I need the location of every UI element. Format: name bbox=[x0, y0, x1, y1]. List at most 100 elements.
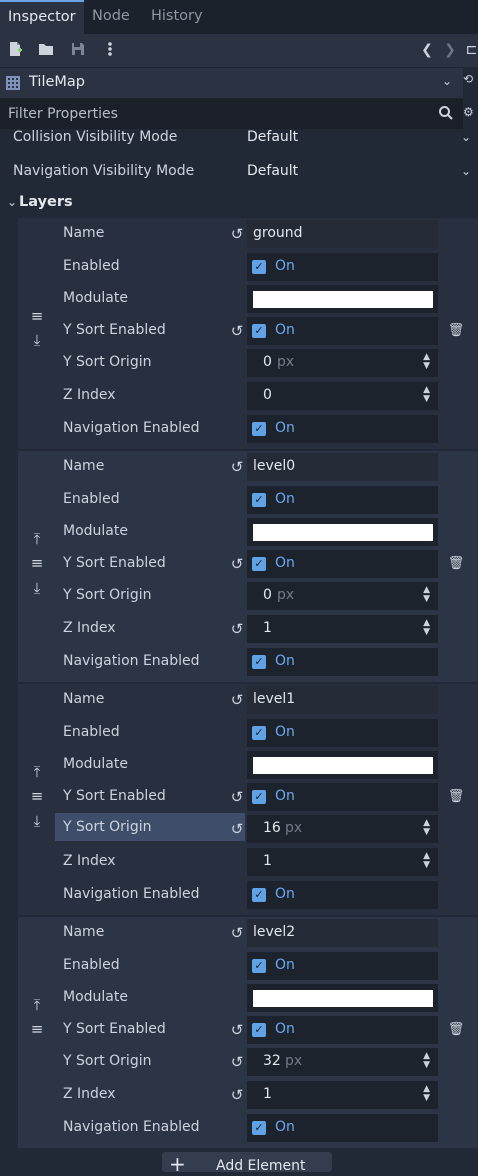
row-label: Name bbox=[63, 924, 105, 940]
back-icon[interactable]: ❮ bbox=[418, 41, 436, 59]
ysort-origin-spinbox[interactable]: 0 px ▲ ▼ bbox=[247, 582, 438, 610]
move-up-icon[interactable]: ⤒ bbox=[27, 997, 47, 1013]
tab-node[interactable]: Node bbox=[84, 0, 138, 32]
move-up-icon[interactable]: ⤒ bbox=[27, 764, 47, 780]
revert-icon[interactable]: ↺ bbox=[229, 621, 245, 637]
row-label-highlighted: Y Sort Origin bbox=[55, 813, 245, 841]
revert-icon[interactable]: ↺ bbox=[229, 925, 245, 941]
modulate-color-picker[interactable] bbox=[247, 751, 438, 779]
navigation-enabled-checkbox[interactable]: ✓ On bbox=[247, 1114, 438, 1142]
plus-icon: + bbox=[169, 1152, 186, 1176]
unit-suffix: px bbox=[285, 820, 303, 836]
checkbox-label: On bbox=[275, 653, 295, 669]
revert-icon[interactable]: ↺ bbox=[229, 1022, 245, 1038]
drag-handle-icon[interactable]: ≡ bbox=[27, 308, 47, 324]
trash-icon[interactable]: 🗑 bbox=[447, 788, 465, 806]
revert-icon[interactable]: ↺ bbox=[229, 323, 245, 339]
spin-arrows-icon[interactable]: ▲ ▼ bbox=[423, 852, 430, 870]
history-icon[interactable]: ⟲ bbox=[463, 72, 478, 86]
prop-dropdown[interactable]: Default bbox=[247, 129, 298, 145]
checkmark-icon: ✓ bbox=[252, 493, 266, 507]
revert-icon[interactable]: ↺ bbox=[229, 821, 245, 837]
more-icon[interactable] bbox=[101, 41, 119, 59]
enabled-checkbox[interactable]: ✓ On bbox=[247, 719, 438, 747]
ysort-origin-spinbox[interactable]: 16 px ▲ ▼ bbox=[247, 815, 438, 843]
move-down-icon[interactable]: ⤓ bbox=[27, 332, 47, 348]
object-selector[interactable]: TileMap ⌄ bbox=[0, 67, 463, 99]
row-name: Name ↺ level0 bbox=[18, 451, 478, 483]
trash-icon[interactable]: 🗑 bbox=[447, 1021, 465, 1039]
ysort-enabled-checkbox[interactable]: ✓ On bbox=[247, 1016, 438, 1044]
navigation-enabled-checkbox[interactable]: ✓ On bbox=[247, 415, 438, 443]
row-enabled: Enabled ✓ On bbox=[18, 484, 478, 516]
revert-icon[interactable]: ↺ bbox=[229, 789, 245, 805]
modulate-color-picker[interactable] bbox=[247, 518, 438, 546]
number-value: 0 bbox=[263, 354, 272, 370]
spin-arrows-icon[interactable]: ▲ ▼ bbox=[423, 386, 430, 404]
ysort-enabled-checkbox[interactable]: ✓ On bbox=[247, 550, 438, 578]
row-enabled: Enabled ✓ On bbox=[18, 251, 478, 283]
enabled-checkbox[interactable]: ✓ On bbox=[247, 952, 438, 980]
name-input[interactable]: level2 bbox=[247, 919, 438, 947]
spin-arrows-icon[interactable]: ▲ ▼ bbox=[423, 1085, 430, 1103]
ysort-origin-spinbox[interactable]: 0 px ▲ ▼ bbox=[247, 349, 438, 377]
ysort-enabled-checkbox[interactable]: ✓ On bbox=[247, 783, 438, 811]
row-ysort-enabled: ≡ Y Sort Enabled ↺ ✓ On 🗑 bbox=[18, 1014, 478, 1046]
number-value: 1 bbox=[263, 620, 272, 636]
revert-icon[interactable]: ↺ bbox=[229, 1087, 245, 1103]
revert-icon[interactable]: ↺ bbox=[229, 226, 245, 242]
trash-icon[interactable]: 🗑 bbox=[447, 555, 465, 573]
checkmark-icon: ✓ bbox=[252, 1023, 266, 1037]
z-index-spinbox[interactable]: 0 ▲ ▼ bbox=[247, 382, 438, 410]
pin-icon[interactable]: ⊏ bbox=[465, 41, 478, 59]
name-value: level2 bbox=[253, 924, 296, 940]
z-index-spinbox[interactable]: 1 ▲ ▼ bbox=[247, 615, 438, 643]
save-icon[interactable] bbox=[69, 41, 87, 59]
open-folder-icon[interactable] bbox=[37, 41, 55, 59]
name-input[interactable]: level1 bbox=[247, 686, 438, 714]
navigation-enabled-checkbox[interactable]: ✓ On bbox=[247, 648, 438, 676]
name-input[interactable]: ground bbox=[247, 220, 438, 248]
z-index-spinbox[interactable]: 1 ▲ ▼ bbox=[247, 1081, 438, 1109]
prop-dropdown[interactable]: Default bbox=[247, 163, 298, 179]
trash-icon[interactable]: 🗑 bbox=[447, 322, 465, 340]
spin-arrows-icon[interactable]: ▲ ▼ bbox=[423, 586, 430, 604]
row-modulate: Modulate bbox=[18, 283, 478, 315]
spin-arrows-icon[interactable]: ▲ ▼ bbox=[423, 619, 430, 637]
spin-arrows-icon[interactable]: ▲ ▼ bbox=[423, 1052, 430, 1070]
spin-arrows-icon[interactable]: ▲ ▼ bbox=[423, 819, 430, 837]
drag-handle-icon[interactable]: ≡ bbox=[27, 555, 47, 571]
row-ysort-origin: Y Sort Origin 0 px ▲ ▼ bbox=[18, 347, 478, 379]
layers-section-header[interactable]: ⌄ Layers bbox=[0, 190, 478, 216]
ysort-enabled-checkbox[interactable]: ✓ On bbox=[247, 317, 438, 345]
layer-element: Name ↺ level0 Enabled ✓ On ⤒ Modulate ≡ ⤓… bbox=[18, 451, 478, 682]
forward-icon[interactable]: ❯ bbox=[441, 41, 459, 59]
drag-handle-icon[interactable]: ≡ bbox=[27, 1021, 47, 1037]
name-input[interactable]: level0 bbox=[247, 453, 438, 481]
ysort-origin-spinbox[interactable]: 32 px ▲ ▼ bbox=[247, 1048, 438, 1076]
tab-history[interactable]: History bbox=[143, 0, 211, 32]
modulate-color-picker[interactable] bbox=[247, 984, 438, 1012]
row-z-index: Z Index 0 ▲ ▼ bbox=[18, 380, 478, 412]
checkmark-icon: ✓ bbox=[252, 557, 266, 571]
navigation-enabled-checkbox[interactable]: ✓ On bbox=[247, 881, 438, 909]
new-resource-icon[interactable] bbox=[6, 41, 24, 59]
tilemap-grid-icon bbox=[6, 76, 20, 90]
modulate-color-picker[interactable] bbox=[247, 285, 438, 313]
move-up-icon[interactable]: ⤒ bbox=[27, 531, 47, 547]
unit-suffix: px bbox=[277, 587, 295, 603]
row-enabled: Enabled ✓ On bbox=[18, 950, 478, 982]
revert-icon[interactable]: ↺ bbox=[229, 1054, 245, 1070]
checkbox-label: On bbox=[275, 724, 295, 740]
enabled-checkbox[interactable]: ✓ On bbox=[247, 253, 438, 281]
revert-icon[interactable]: ↺ bbox=[229, 692, 245, 708]
enabled-checkbox[interactable]: ✓ On bbox=[247, 486, 438, 514]
revert-icon[interactable]: ↺ bbox=[229, 556, 245, 572]
settings-icon[interactable]: ⚙ bbox=[463, 105, 478, 119]
tab-inspector[interactable]: Inspector bbox=[0, 0, 84, 34]
add-element-button[interactable]: + Add Element bbox=[162, 1152, 332, 1176]
spin-arrows-icon[interactable]: ▲ ▼ bbox=[423, 353, 430, 371]
z-index-spinbox[interactable]: 1 ▲ ▼ bbox=[247, 848, 438, 876]
drag-handle-icon[interactable]: ≡ bbox=[27, 788, 47, 804]
revert-icon[interactable]: ↺ bbox=[229, 459, 245, 475]
